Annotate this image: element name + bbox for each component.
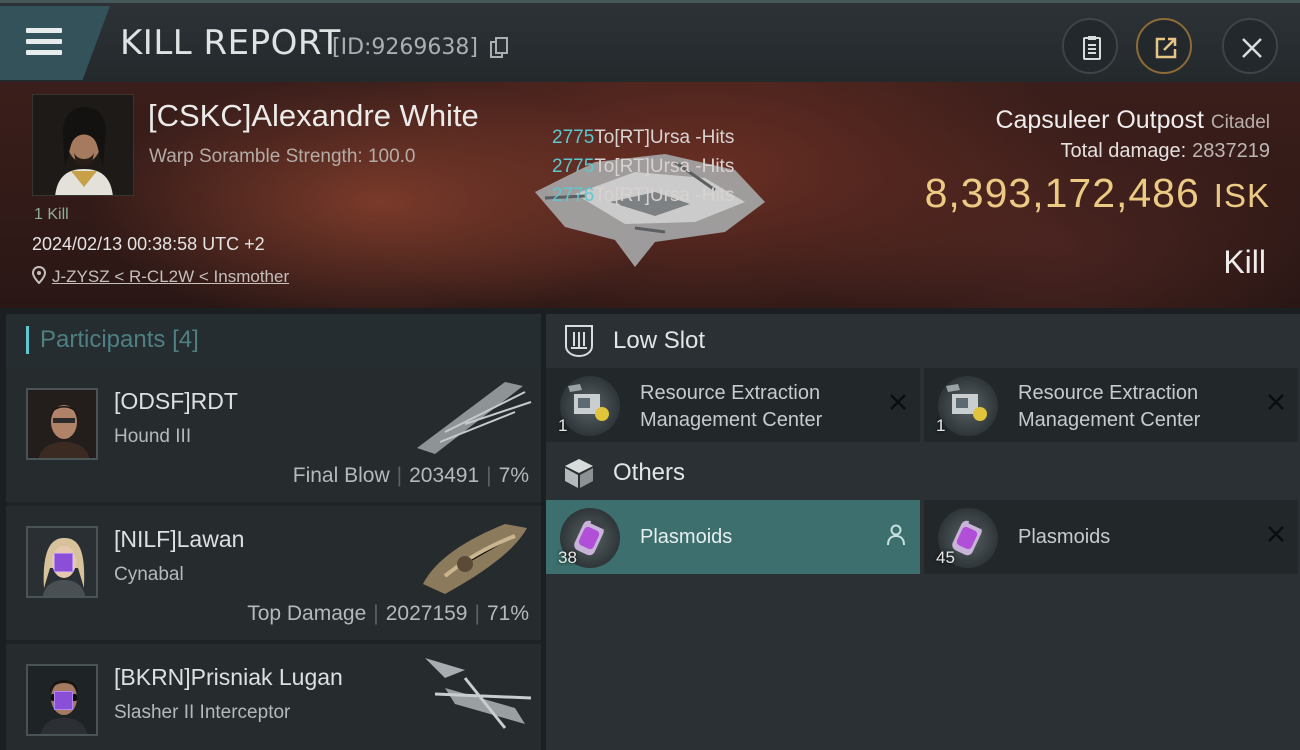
participants-header: Participants [4] [6,314,541,368]
participant-badge-icon [54,691,73,710]
destroyed-x-icon [1268,526,1284,542]
participants-title: Participants [4] [40,326,199,353]
participants-panel: Participants [4] [ODSF]RDT Hound III Fin… [6,314,541,750]
victim-name[interactable]: [CSKC]Alexandre White [148,98,479,134]
item-name: Resource Extraction Management Center [1018,382,1201,431]
copy-icon[interactable] [490,37,508,59]
cargo-box-icon [565,459,593,488]
kill-location[interactable]: J-ZYSZ < R-CL2W < Insmother [32,266,289,287]
clipboard-icon [1083,36,1101,60]
low-slot-icon [565,325,593,358]
menu-icon [26,28,62,56]
item-quantity: 45 [936,548,955,567]
module-icon [938,376,998,436]
participant-damage: 2027159 [385,602,468,625]
menu-button[interactable] [0,6,110,80]
participant-ship: Cynabal [114,564,184,585]
share-button[interactable] [1136,18,1192,74]
participant-row[interactable]: [ODSF]RDT Hound III Final Blow | 203491 | 7% [6,368,541,502]
location-link[interactable]: J-ZYSZ < R-CL2W < Insmother [52,267,289,286]
isk-value: 8,393,172,486 ISK [925,170,1270,217]
target-type: Citadel [1210,112,1270,133]
item-quantity: 1 [936,416,946,435]
participant-percent: 7% [498,464,529,487]
participant-stats: Top Damage | 2027159 | 71% [247,602,529,625]
fitting-item[interactable]: 1 Resource Extraction Management Center [924,368,1298,442]
item-name: Plasmoids [1018,526,1111,548]
close-button[interactable] [1222,18,1278,74]
isk-amount: 8,393,172,486 [924,170,1200,216]
warp-scramble-strength: Warp Soramble Strength: 100.0 [149,146,416,167]
participant-avatar[interactable] [26,388,98,460]
item-quantity: 1 [558,416,568,435]
participant-name[interactable]: [BKRN]Prisniak Lugan [114,664,343,691]
fitting-panel: Low Slot 1 Resource Extraction Managemen… [546,314,1300,750]
item-quantity: 38 [558,548,577,567]
target-name-text: Capsuleer Outpost [995,106,1204,134]
participant-row[interactable]: [BKRN]Prisniak Lugan Slasher II Intercep… [6,644,541,750]
participant-ship-render [423,524,527,594]
isk-unit: ISK [1213,177,1270,214]
low-slot-title: Low Slot [613,327,706,354]
item-name: Resource Extraction Management Center [640,382,823,431]
person-icon [887,524,905,546]
total-damage: Total damage: 2837219 [1060,140,1270,162]
participant-stats: Final Blow | 203491 | 7% [292,464,529,487]
item-name: Plasmoids [640,526,733,548]
participant-name[interactable]: [ODSF]RDT [114,388,238,415]
participant-row[interactable]: [NILF]Lawan Cynabal Top Damage | 2027159 | 7… [6,506,541,640]
location-pin-icon [32,266,46,284]
kill-count: 1 Kill [34,206,69,223]
victim-portrait[interactable] [32,94,134,196]
kill-summary: [CSKC]Alexandre White Warp Soramble Stre… [0,82,1300,308]
victim-avatar [33,95,133,195]
share-icon [1155,37,1177,59]
hit-line: 2775To[RT]Ursa -Hits [552,127,735,148]
report-result: Kill [1223,244,1266,280]
module-icon [560,376,620,436]
others-header: Others [546,446,1300,500]
target-name: Capsuleer Outpost Citadel [995,106,1270,135]
close-icon [1242,38,1262,58]
others-title: Others [613,459,686,486]
header-bar: KILL REPORT [ID:9269638] [0,0,1300,82]
participant-ship-render [417,382,532,454]
kill-timestamp: 2024/02/13 00:38:58 UTC +2 [32,234,265,254]
low-slot-header: Low Slot [546,314,1300,368]
hit-line: 2775To[RT]Ursa -Hits [552,156,735,177]
participant-tag: Top Damage [247,602,367,625]
total-damage-value: 2837219 [1192,140,1270,162]
destroyed-x-icon [1268,394,1284,410]
participant-name[interactable]: [NILF]Lawan [114,526,244,553]
participant-badge-icon [54,553,73,572]
participant-percent: 71% [486,602,529,625]
header-accent [26,326,29,354]
report-id: [ID:9269638] [332,35,478,60]
hit-line: 2776To[RT]Ursa -Hits [552,185,735,206]
participant-damage: 203491 [409,464,480,487]
participant-ship: Slasher II Interceptor [114,702,291,723]
destroyed-x-icon [890,394,906,410]
participant-ship: Hound III [114,426,192,447]
page-title: KILL REPORT [120,23,341,63]
participant-ship-render [425,658,532,729]
participant-tag: Final Blow [292,464,390,487]
fitting-item[interactable]: 45 Plasmoids [924,500,1298,574]
fitting-item[interactable]: 38 Plasmoids [546,500,920,574]
clipboard-button[interactable] [1062,18,1118,74]
fitting-item[interactable]: 1 Resource Extraction Management Center [546,368,920,442]
